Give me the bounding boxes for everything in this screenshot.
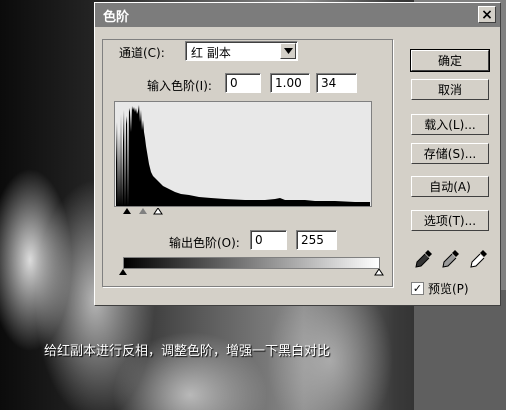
save-button[interactable]: 存储(S)... (411, 143, 489, 164)
preview-label: 预览(P) (428, 282, 469, 296)
input-white-field[interactable]: 34 (316, 73, 357, 93)
output-black-field[interactable]: 0 (250, 230, 287, 250)
output-gradient-bar (123, 257, 380, 269)
input-gamma-field[interactable]: 1.00 (270, 73, 310, 93)
input-black-slider[interactable] (123, 208, 131, 214)
cancel-button[interactable]: 取消 (411, 79, 489, 100)
input-levels-label: 输入色阶(I): (147, 79, 212, 93)
options-button[interactable]: 选项(T)... (411, 210, 489, 231)
preview-checkbox[interactable]: ✓ (411, 282, 424, 295)
input-white-slider[interactable] (153, 208, 163, 215)
white-eyedropper-icon[interactable] (469, 248, 489, 270)
canvas-side-panel-lower (414, 290, 506, 410)
ok-button[interactable]: 确定 (410, 49, 490, 72)
tutorial-caption: 给红副本进行反相，调整色阶，增强一下黑白对比 (44, 344, 331, 359)
output-black-slider[interactable] (119, 269, 127, 275)
output-levels-label: 输出色阶(O): (169, 236, 240, 250)
levels-dialog: 色阶 × 通道(C): 红 副本 输入色阶(I): 0 1.00 34 输出色阶… (94, 2, 501, 306)
black-eyedropper-icon[interactable] (414, 248, 434, 270)
output-white-slider[interactable] (374, 269, 384, 276)
histogram (114, 101, 372, 207)
input-gamma-slider[interactable] (139, 208, 147, 214)
output-sliders (119, 269, 384, 276)
load-button[interactable]: 载入(L)... (411, 114, 489, 135)
close-button[interactable]: × (478, 6, 496, 23)
histogram-graph (116, 105, 370, 206)
dialog-titlebar[interactable]: 色阶 × (95, 3, 500, 27)
output-white-field[interactable]: 255 (296, 230, 337, 250)
auto-button[interactable]: 自动(A) (411, 176, 489, 197)
gray-eyedropper-icon[interactable] (441, 248, 461, 270)
input-black-field[interactable]: 0 (225, 73, 261, 93)
input-sliders (123, 208, 163, 215)
dialog-title: 色阶 (103, 9, 130, 25)
close-icon: × (481, 6, 493, 23)
